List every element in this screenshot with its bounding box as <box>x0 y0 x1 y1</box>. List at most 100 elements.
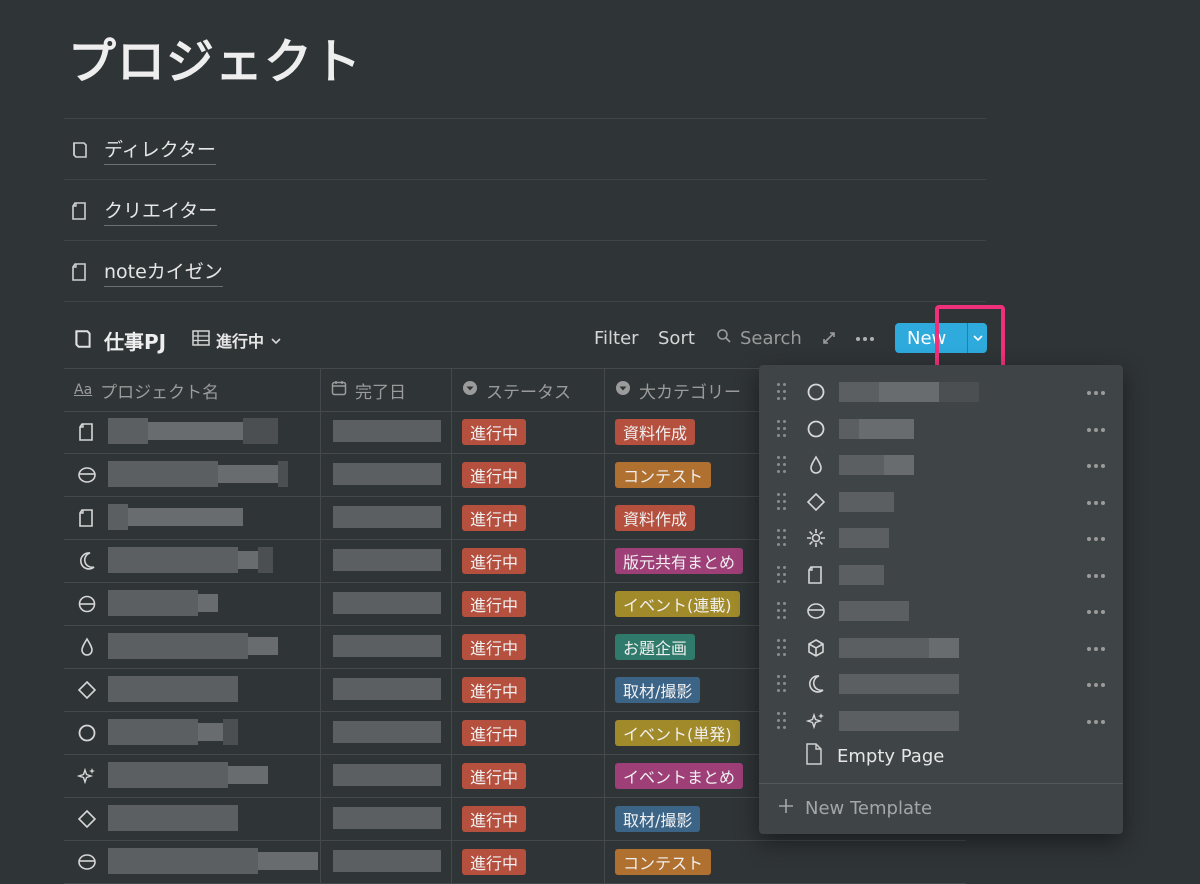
column-header-project-name[interactable]: Aa プロジェクト名 <box>64 369 321 411</box>
cell-status[interactable]: 進行中 <box>452 453 605 496</box>
cell-due-date[interactable] <box>321 453 452 496</box>
more-icon[interactable] <box>1087 427 1105 432</box>
template-item[interactable] <box>759 593 1123 629</box>
cell-category[interactable]: 取材/撮影 <box>605 668 785 711</box>
drag-handle-icon[interactable] <box>777 456 787 474</box>
more-icon[interactable] <box>856 337 874 341</box>
cell-status[interactable]: 進行中 <box>452 625 605 668</box>
template-item[interactable] <box>759 703 1123 739</box>
redacted-text <box>839 564 884 585</box>
cell-project-name[interactable] <box>64 625 321 668</box>
cell-status[interactable]: 進行中 <box>452 496 605 539</box>
more-icon[interactable] <box>1087 500 1105 505</box>
cell-status[interactable]: 進行中 <box>452 582 605 625</box>
cell-category[interactable]: 版元共有まとめ <box>605 539 785 582</box>
cell-due-date[interactable] <box>321 840 452 883</box>
linked-page-creator[interactable]: クリエイター <box>64 179 986 241</box>
drag-handle-icon[interactable] <box>777 383 787 401</box>
more-icon[interactable] <box>1087 537 1105 541</box>
template-item[interactable] <box>759 520 1123 556</box>
cell-due-date[interactable] <box>321 582 452 625</box>
cell-due-date[interactable] <box>321 754 452 797</box>
column-header-due-date[interactable]: 完了日 <box>321 369 452 411</box>
cell-project-name[interactable] <box>64 539 321 582</box>
linked-page-director[interactable]: ディレクター <box>64 118 986 180</box>
drag-handle-icon[interactable] <box>777 711 787 730</box>
category-tag: コンテスト <box>615 848 712 875</box>
cell-due-date[interactable] <box>321 625 452 668</box>
cell-status[interactable]: 進行中 <box>452 840 605 883</box>
cell-due-date[interactable] <box>321 539 452 582</box>
template-item[interactable] <box>759 630 1123 666</box>
divider <box>64 301 986 302</box>
table-row[interactable]: 進行中 コンテスト <box>64 840 966 884</box>
cell-category[interactable]: お題企画 <box>605 625 785 668</box>
cell-category[interactable]: 資料作成 <box>605 410 785 453</box>
cell-project-name[interactable] <box>64 582 321 625</box>
cell-due-date[interactable] <box>321 410 452 453</box>
more-icon[interactable] <box>1087 464 1105 468</box>
cell-due-date[interactable] <box>321 496 452 539</box>
cell-project-name[interactable] <box>64 754 321 797</box>
sort-button[interactable]: Sort <box>658 328 695 349</box>
cell-category[interactable]: 取材/撮影 <box>605 797 785 840</box>
more-icon[interactable] <box>1087 610 1105 614</box>
cell-status[interactable]: 進行中 <box>452 754 605 797</box>
column-header-status[interactable]: ステータス <box>452 369 605 411</box>
cell-project-name[interactable] <box>64 410 321 453</box>
circle-icon <box>805 381 827 403</box>
cell-project-name[interactable] <box>64 453 321 496</box>
cell-category[interactable]: イベント(単発) <box>605 711 785 754</box>
empty-page-item[interactable]: Empty Page <box>805 743 944 769</box>
cell-category[interactable]: コンテスト <box>605 840 785 883</box>
cell-project-name[interactable] <box>64 840 321 883</box>
filter-button[interactable]: Filter <box>594 328 639 349</box>
status-tag: 進行中 <box>462 418 527 445</box>
cell-category[interactable]: イベント(連載) <box>605 582 785 625</box>
cell-project-name[interactable] <box>64 711 321 754</box>
template-item[interactable] <box>759 666 1123 702</box>
drag-handle-icon[interactable] <box>777 602 787 620</box>
drag-handle-icon[interactable] <box>777 529 787 547</box>
cell-project-name[interactable] <box>64 797 321 840</box>
more-icon[interactable] <box>1087 683 1105 687</box>
cell-status[interactable]: 進行中 <box>452 539 605 582</box>
new-template-button[interactable]: New Template <box>777 797 932 819</box>
expand-icon[interactable] <box>821 330 837 351</box>
drag-handle-icon[interactable] <box>777 419 787 438</box>
cell-project-name[interactable] <box>64 668 321 711</box>
status-tag: 進行中 <box>462 848 527 875</box>
cell-status[interactable]: 進行中 <box>452 668 605 711</box>
template-item[interactable] <box>759 411 1123 447</box>
column-header-category[interactable]: 大カテゴリー <box>605 369 785 411</box>
drag-handle-icon[interactable] <box>777 638 787 657</box>
linked-page-note-kaizen[interactable]: noteカイゼン <box>64 240 986 302</box>
cell-category[interactable]: コンテスト <box>605 453 785 496</box>
template-item[interactable] <box>759 374 1123 410</box>
cell-status[interactable]: 進行中 <box>452 797 605 840</box>
redacted-text <box>228 766 268 784</box>
status-tag: 進行中 <box>462 762 527 789</box>
cell-category[interactable]: 資料作成 <box>605 496 785 539</box>
cell-status[interactable]: 進行中 <box>452 410 605 453</box>
view-label: 進行中 <box>216 332 265 351</box>
drag-handle-icon[interactable] <box>777 675 787 693</box>
search-button[interactable]: Search <box>716 328 802 349</box>
cell-status[interactable]: 進行中 <box>452 711 605 754</box>
cell-due-date[interactable] <box>321 668 452 711</box>
cell-due-date[interactable] <box>321 797 452 840</box>
view-selector[interactable]: 進行中 <box>192 328 282 352</box>
more-icon[interactable] <box>1087 719 1105 724</box>
more-icon[interactable] <box>1087 573 1105 578</box>
more-icon[interactable] <box>1087 391 1105 395</box>
drag-handle-icon[interactable] <box>777 565 787 584</box>
template-item[interactable] <box>759 484 1123 520</box>
template-item[interactable] <box>759 557 1123 593</box>
cell-category[interactable]: イベントまとめ <box>605 754 785 797</box>
template-item[interactable] <box>759 447 1123 483</box>
drag-handle-icon[interactable] <box>777 492 787 511</box>
database-title[interactable]: 仕事PJ <box>72 326 166 355</box>
cell-due-date[interactable] <box>321 711 452 754</box>
cell-project-name[interactable] <box>64 496 321 539</box>
more-icon[interactable] <box>1087 646 1105 651</box>
